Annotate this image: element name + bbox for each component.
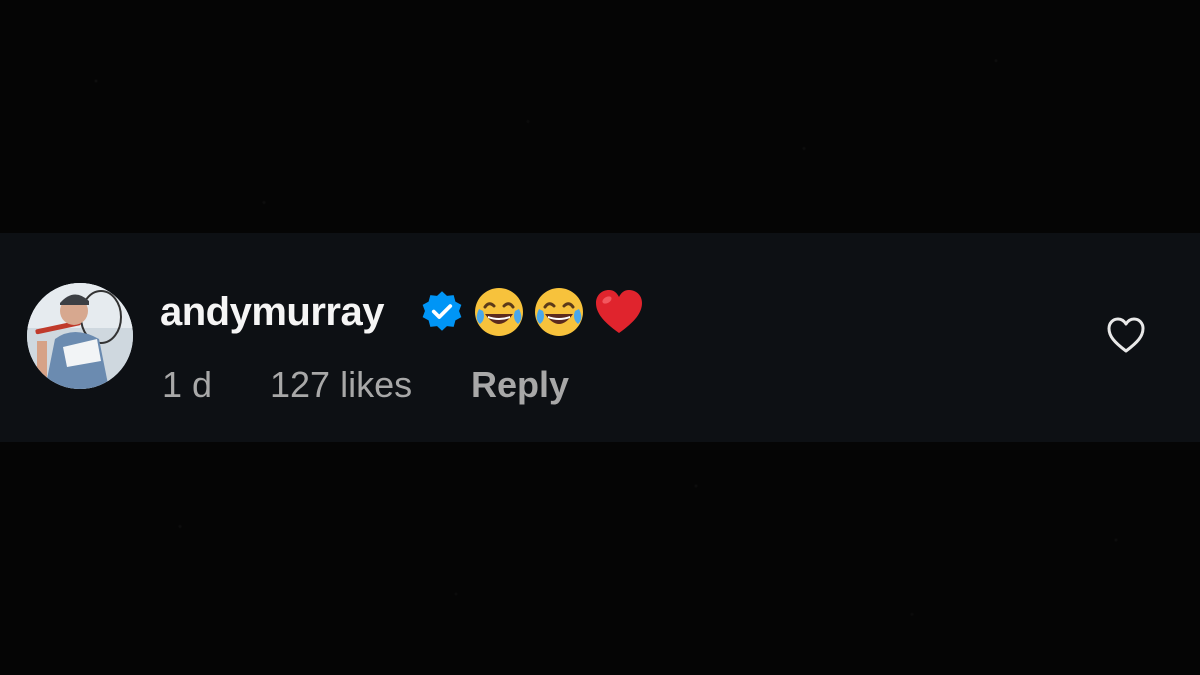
heart-outline-icon[interactable]: [1104, 313, 1148, 357]
comment-text: [472, 285, 646, 339]
face-with-tears-of-joy-icon: [475, 288, 523, 336]
likes-count[interactable]: 127 likes: [270, 363, 412, 407]
verified-badge-icon: [422, 291, 462, 331]
red-heart-icon: [596, 290, 642, 333]
avatar[interactable]: [27, 283, 133, 389]
username[interactable]: andymurray: [160, 288, 384, 336]
avatar-image: [27, 283, 133, 389]
page-background: andymurray 1 d 127 likes Reply: [0, 0, 1200, 675]
face-with-tears-of-joy-icon: [535, 288, 583, 336]
comment-timestamp: 1 d: [162, 364, 213, 405]
comment-row: andymurray 1 d 127 likes Reply: [0, 233, 1200, 442]
reply-button[interactable]: Reply: [471, 363, 569, 407]
